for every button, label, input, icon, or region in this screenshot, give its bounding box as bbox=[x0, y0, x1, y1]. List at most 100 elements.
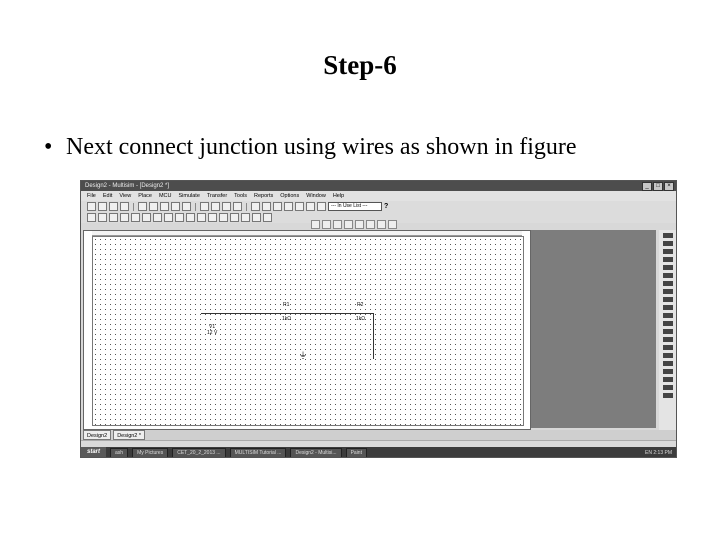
minimize-icon[interactable]: _ bbox=[642, 182, 652, 191]
agilent-oscilloscope-icon[interactable] bbox=[662, 361, 673, 366]
current-probe-icon[interactable] bbox=[662, 393, 673, 398]
toolbar-separator bbox=[246, 202, 247, 211]
spectrum-analyzer-icon[interactable] bbox=[662, 329, 673, 334]
maximize-icon[interactable]: □ bbox=[653, 182, 663, 191]
analog-icon[interactable] bbox=[131, 213, 140, 222]
measurement-probe-icon[interactable] bbox=[662, 377, 673, 382]
menu-file[interactable]: File bbox=[87, 191, 96, 201]
new-icon[interactable] bbox=[87, 202, 96, 211]
run-icon[interactable] bbox=[311, 220, 320, 229]
misc-digital-icon[interactable] bbox=[164, 213, 173, 222]
source-icon[interactable] bbox=[87, 213, 96, 222]
tektronix-oscilloscope-icon[interactable] bbox=[662, 369, 673, 374]
step-icon[interactable] bbox=[344, 220, 353, 229]
bus-icon[interactable] bbox=[263, 213, 272, 222]
diode-icon[interactable] bbox=[109, 213, 118, 222]
rf-icon[interactable] bbox=[219, 213, 228, 222]
undo-icon[interactable] bbox=[171, 202, 180, 211]
zoom-in-icon[interactable] bbox=[200, 202, 209, 211]
menu-simulate[interactable]: Simulate bbox=[178, 191, 199, 201]
zoom-fit-icon[interactable] bbox=[233, 202, 242, 211]
annotate-icon[interactable] bbox=[317, 202, 326, 211]
bode-plotter-icon[interactable] bbox=[662, 273, 673, 278]
taskbar-item[interactable]: ash bbox=[110, 447, 129, 457]
agilent-multimeter-icon[interactable] bbox=[662, 353, 673, 358]
distortion-analyzer-icon[interactable] bbox=[662, 321, 673, 326]
wattmeter-icon[interactable] bbox=[662, 249, 673, 254]
redo-icon[interactable] bbox=[182, 202, 191, 211]
cut-icon[interactable] bbox=[138, 202, 147, 211]
print-icon[interactable] bbox=[120, 202, 129, 211]
standard-toolbar: --- In Use List --- ? bbox=[81, 201, 676, 212]
menu-place[interactable]: Place bbox=[138, 191, 152, 201]
taskbar-item[interactable]: CET_20_2_2013 ... bbox=[172, 447, 226, 457]
tab-design2-modified[interactable]: Design2 * bbox=[113, 430, 146, 440]
mcu-icon[interactable] bbox=[241, 213, 250, 222]
function-generator-icon[interactable] bbox=[662, 241, 673, 246]
menu-help[interactable]: Help bbox=[333, 191, 344, 201]
multimeter-icon[interactable] bbox=[662, 233, 673, 238]
iv-analyzer-icon[interactable] bbox=[662, 313, 673, 318]
menu-edit[interactable]: Edit bbox=[103, 191, 112, 201]
indicator-icon[interactable] bbox=[186, 213, 195, 222]
save-icon[interactable] bbox=[109, 202, 118, 211]
four-channel-oscilloscope-icon[interactable] bbox=[662, 265, 673, 270]
menu-transfer[interactable]: Transfer bbox=[207, 191, 227, 201]
agilent-generator-icon[interactable] bbox=[662, 345, 673, 350]
oscilloscope-icon[interactable] bbox=[662, 257, 673, 262]
spreadsheet-icon[interactable] bbox=[273, 202, 282, 211]
paste-icon[interactable] bbox=[160, 202, 169, 211]
frequency-counter-icon[interactable] bbox=[662, 281, 673, 286]
in-use-list-select[interactable]: --- In Use List --- bbox=[328, 202, 382, 211]
transistor-icon[interactable] bbox=[120, 213, 129, 222]
taskbar-item[interactable]: Design2 - Multisi... bbox=[290, 447, 342, 457]
erc-icon[interactable] bbox=[295, 202, 304, 211]
taskbar-item[interactable]: Paint bbox=[345, 447, 367, 457]
mixed-icon[interactable] bbox=[175, 213, 184, 222]
open-icon[interactable] bbox=[98, 202, 107, 211]
menu-reports[interactable]: Reports bbox=[254, 191, 273, 201]
grapher-icon[interactable] bbox=[251, 202, 260, 211]
misc-icon[interactable] bbox=[208, 213, 217, 222]
copy-icon[interactable] bbox=[149, 202, 158, 211]
logic-analyzer-icon[interactable] bbox=[662, 297, 673, 302]
tab-design2[interactable]: Design2 bbox=[83, 430, 112, 440]
menu-mcu[interactable]: MCU bbox=[159, 191, 172, 201]
breadboard-icon[interactable] bbox=[306, 202, 315, 211]
hierarchical-block-icon[interactable] bbox=[252, 213, 261, 222]
menu-options[interactable]: Options bbox=[280, 191, 299, 201]
electromechanical-icon[interactable] bbox=[230, 213, 239, 222]
pause-icon[interactable] bbox=[322, 220, 331, 229]
zoom-area-icon[interactable] bbox=[222, 202, 231, 211]
instruments-toolbar bbox=[659, 230, 676, 431]
record-icon[interactable] bbox=[388, 220, 397, 229]
ttl-icon[interactable] bbox=[142, 213, 151, 222]
netlist-icon[interactable] bbox=[377, 220, 386, 229]
word-generator-icon[interactable] bbox=[662, 289, 673, 294]
close-icon[interactable]: × bbox=[664, 182, 674, 191]
probe-icon[interactable] bbox=[355, 220, 364, 229]
analysis-icon[interactable] bbox=[366, 220, 375, 229]
menu-tools[interactable]: Tools bbox=[234, 191, 247, 201]
network-analyzer-icon[interactable] bbox=[662, 337, 673, 342]
taskbar-item[interactable]: MULTISIM Tutorial ... bbox=[229, 447, 287, 457]
start-button[interactable]: start bbox=[81, 447, 107, 457]
wire-right[interactable] bbox=[373, 313, 374, 359]
wire-top[interactable] bbox=[201, 313, 373, 314]
labview-instrument-icon[interactable] bbox=[662, 385, 673, 390]
database-icon[interactable] bbox=[262, 202, 271, 211]
power-icon[interactable] bbox=[197, 213, 206, 222]
schematic-grid[interactable]: R1 1kΩ R2 1kΩ V1 12 V ⏚ bbox=[92, 236, 524, 426]
zoom-out-icon[interactable] bbox=[211, 202, 220, 211]
menu-window[interactable]: Window bbox=[306, 191, 326, 201]
stop-icon[interactable] bbox=[333, 220, 342, 229]
cmos-icon[interactable] bbox=[153, 213, 162, 222]
logic-converter-icon[interactable] bbox=[662, 305, 673, 310]
help-icon[interactable]: ? bbox=[384, 203, 388, 210]
basic-icon[interactable] bbox=[98, 213, 107, 222]
schematic-canvas[interactable]: R1 1kΩ R2 1kΩ V1 12 V ⏚ bbox=[83, 230, 531, 430]
bullet-label: Next connect junction using wires as sho… bbox=[66, 134, 577, 160]
postprocessor-icon[interactable] bbox=[284, 202, 293, 211]
taskbar-item[interactable]: My Pictures bbox=[132, 447, 169, 457]
menu-view[interactable]: View bbox=[119, 191, 131, 201]
